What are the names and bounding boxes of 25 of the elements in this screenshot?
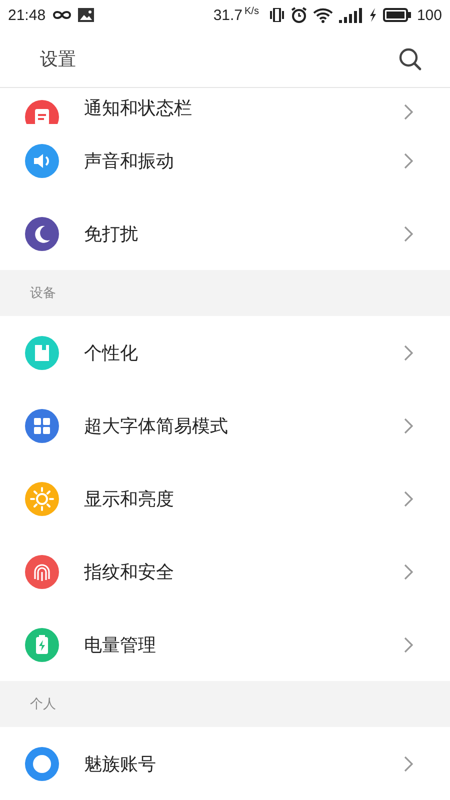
- charging-icon: [368, 8, 377, 22]
- signal-icon: [338, 8, 363, 22]
- speed-unit: K/s: [244, 6, 259, 17]
- battery-percent: 100: [416, 6, 442, 24]
- page-title: 设置: [40, 48, 76, 70]
- alarm-icon: [290, 7, 307, 23]
- vibrate-icon: [268, 8, 285, 22]
- section-title: 个人: [30, 696, 56, 713]
- infinity-icon: [52, 10, 72, 20]
- image-icon: [78, 8, 94, 22]
- chevron-icon: [404, 564, 414, 580]
- chevron-icon: [404, 756, 414, 772]
- chevron-icon: [404, 104, 414, 120]
- status-time: 21:48: [8, 6, 46, 24]
- chevron-icon: [404, 152, 414, 168]
- chevron-icon: [404, 344, 414, 360]
- search-icon[interactable]: [398, 46, 422, 70]
- battery-status-icon: [382, 8, 411, 22]
- wifi-icon: [312, 8, 333, 22]
- section-title: 设备: [30, 285, 56, 302]
- chevron-icon: [404, 490, 414, 506]
- chevron-icon: [404, 418, 414, 434]
- network-speed: 31.7: [213, 6, 243, 24]
- chevron-icon: [404, 636, 414, 652]
- chevron-icon: [404, 226, 414, 242]
